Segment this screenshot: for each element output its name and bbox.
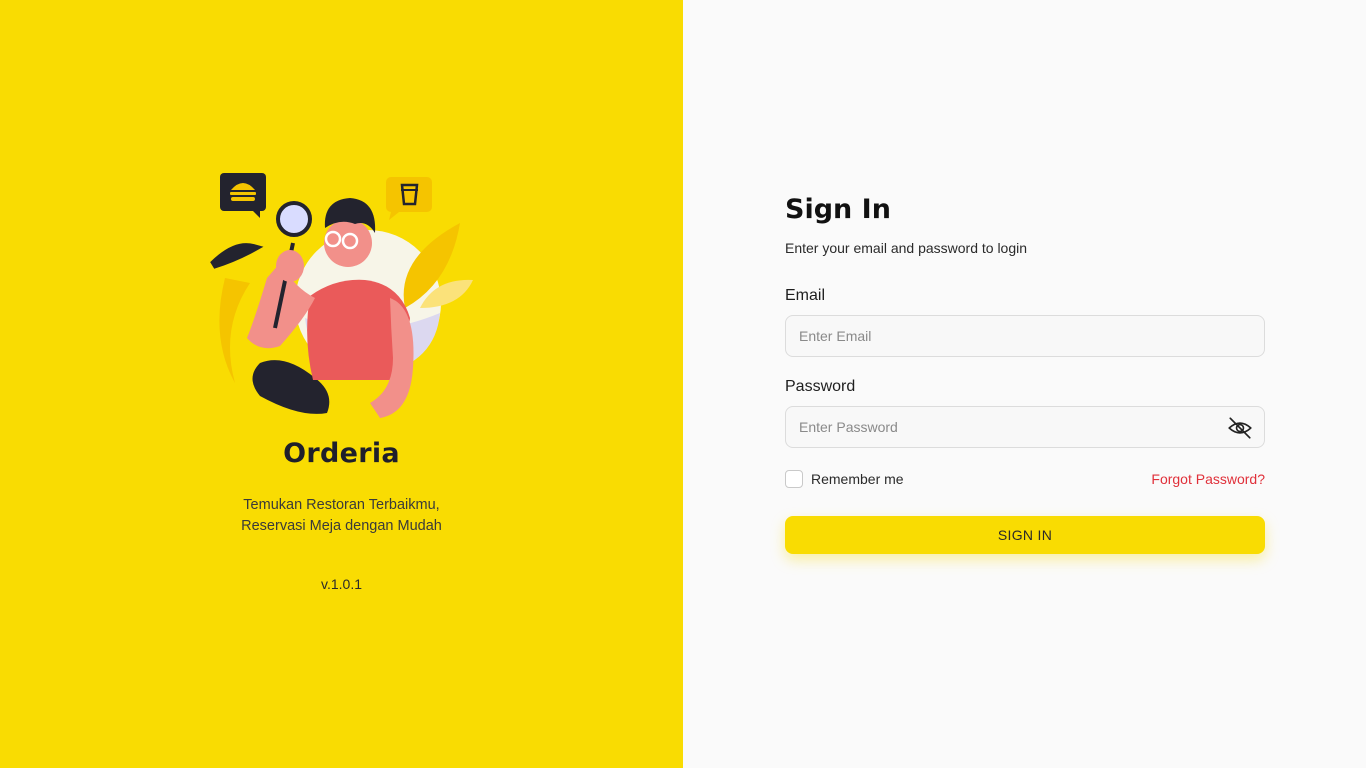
hero-illustration — [210, 173, 473, 418]
tagline-line: Reservasi Meja dengan Mudah — [241, 518, 442, 534]
sign-in-panel: Sign In Enter your email and password to… — [683, 0, 1366, 768]
remember-me-label: Remember me — [811, 471, 904, 487]
form-options-row: Remember me Forgot Password? — [785, 468, 1265, 490]
swoosh-shape — [219, 278, 250, 383]
brand-tagline: Temukan Restoran Terbaikmu, Reservasi Me… — [0, 495, 683, 537]
remember-me-checkbox[interactable] — [785, 470, 803, 488]
email-field-wrapper — [785, 315, 1265, 357]
email-label: Email — [785, 287, 826, 304]
coffee-cup-icon — [386, 177, 432, 220]
person-hand — [276, 250, 304, 282]
tagline-line: Temukan Restoran Terbaikmu, — [243, 497, 440, 513]
forgot-password-link[interactable]: Forgot Password? — [1151, 471, 1265, 487]
person-head — [324, 219, 372, 267]
eye-off-icon[interactable] — [1227, 415, 1253, 441]
app-version: v.1.0.1 — [321, 576, 362, 592]
brand-name: Orderia — [283, 438, 400, 469]
remember-me[interactable]: Remember me — [785, 470, 904, 488]
swoosh-shape — [210, 243, 264, 269]
page-subtitle: Enter your email and password to login — [785, 240, 1028, 256]
page-title: Sign In — [785, 194, 891, 225]
password-input[interactable] — [786, 407, 1264, 447]
password-field-wrapper — [785, 406, 1265, 448]
email-input[interactable] — [786, 316, 1264, 356]
sign-in-button[interactable]: SIGN IN — [785, 516, 1265, 554]
sign-in-form: Sign In Enter your email and password to… — [785, 192, 1265, 554]
brand-panel: Orderia Temukan Restoran Terbaikmu, Rese… — [0, 0, 683, 768]
burger-icon — [220, 173, 266, 218]
password-label: Password — [785, 378, 856, 395]
